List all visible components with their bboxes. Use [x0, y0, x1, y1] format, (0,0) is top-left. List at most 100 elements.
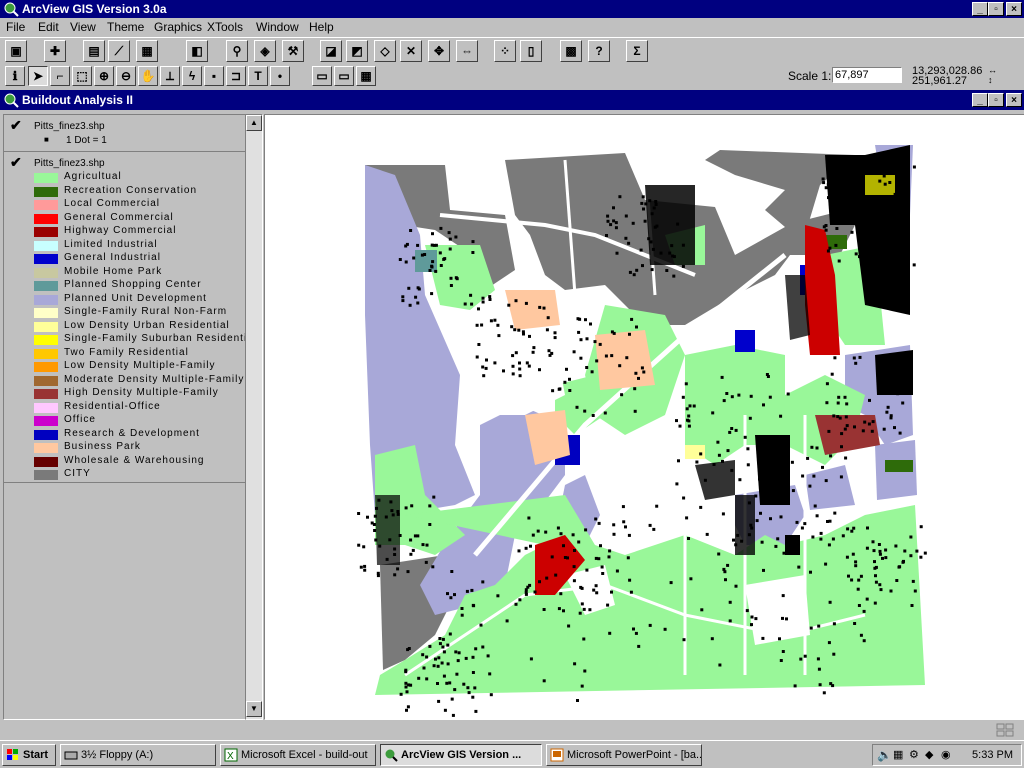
view-minimize-button[interactable]: _	[972, 93, 988, 107]
open-attribute-table-button[interactable]: ▦	[136, 40, 158, 62]
dot-point	[642, 207, 645, 211]
zoom-to-selected-button[interactable]: ⇔	[456, 40, 478, 62]
dot-point	[895, 358, 899, 362]
menu-help[interactable]: Help	[309, 20, 334, 34]
dot-point	[648, 623, 652, 627]
minimize-button[interactable]: _	[972, 2, 988, 16]
theme-properties-button[interactable]: ▤	[83, 40, 105, 62]
dot-point	[625, 356, 629, 360]
locate-address-button[interactable]: ◈	[254, 40, 276, 62]
dot-point	[651, 247, 655, 251]
identify-tool[interactable]: ℹ	[5, 66, 25, 86]
dot-point	[481, 365, 485, 369]
menu-file[interactable]: File	[6, 20, 25, 34]
theme-zoning[interactable]: ✔ Pitts_finez3.shp Agricultual Recreation…	[4, 152, 246, 483]
dot-point	[634, 631, 638, 635]
zoom-in-button[interactable]: ⁘	[494, 40, 516, 62]
dot-point	[445, 681, 449, 685]
clear-selection-button[interactable]: ◇	[374, 40, 396, 62]
view-close-button[interactable]: ×	[1006, 93, 1022, 107]
legend-swatch	[34, 213, 58, 224]
legend-scrollbar[interactable]: ▲ ▼	[245, 114, 263, 720]
volume-icon[interactable]: 🔈	[877, 748, 892, 762]
dot-point	[779, 515, 783, 519]
network-icon[interactable]: ▦	[893, 748, 903, 761]
zoom-out-tool[interactable]: ⊖	[116, 66, 136, 86]
menu-window[interactable]: Window	[256, 20, 299, 34]
find-button[interactable]: ⚲	[226, 40, 248, 62]
dot-point	[626, 556, 630, 560]
display-icon[interactable]: ◆	[925, 748, 933, 761]
label-tool[interactable]: ⊐	[226, 66, 246, 86]
theme-visibility-checkbox[interactable]: ✔	[10, 117, 22, 134]
theme-dot-density[interactable]: ✔ Pitts_finez3.shp ■ 1 Dot = 1	[4, 115, 246, 152]
dot-point	[485, 358, 488, 362]
summarize-button[interactable]: Σ	[626, 40, 648, 62]
close-button[interactable]: ×	[1006, 2, 1022, 16]
add-theme-button[interactable]: ✚	[44, 40, 66, 62]
task-arcview[interactable]: ArcView GIS Version ...	[380, 744, 542, 766]
maximize-button[interactable]: ▫	[988, 2, 1004, 16]
scheduler-icon[interactable]: ⚙	[909, 748, 919, 761]
menu-xtools[interactable]: XTools	[207, 20, 243, 34]
vertex-edit-tool[interactable]: ⌐	[50, 66, 70, 86]
help-pointer-button[interactable]: ?	[588, 40, 610, 62]
task-floppy[interactable]: 3½ Floppy (A:)	[60, 744, 216, 766]
pointer-tool[interactable]: ➤	[28, 66, 48, 86]
scroll-down-button[interactable]: ▼	[246, 701, 262, 717]
dot-point	[612, 219, 616, 223]
dot-point	[818, 683, 822, 687]
dot-point	[572, 565, 576, 569]
measure-tool[interactable]: ⟂	[160, 66, 180, 86]
dot-point	[598, 342, 602, 346]
task-powerpoint[interactable]: Microsoft PowerPoint - [ba...	[546, 744, 702, 766]
dot-point	[579, 338, 583, 342]
zoom-to-active-themes-button[interactable]: ✥	[428, 40, 450, 62]
chart-button[interactable]: ◧	[186, 40, 208, 62]
dot-point	[870, 216, 874, 220]
zoom-in-tool[interactable]: ⊕	[94, 66, 114, 86]
hotlink-tool[interactable]: ϟ	[182, 66, 202, 86]
task-excel[interactable]: X Microsoft Excel - build-out	[220, 744, 376, 766]
zoom-out-button[interactable]: ▯	[520, 40, 542, 62]
tray-app-icon[interactable]: ◉	[941, 748, 951, 761]
query-builder-button[interactable]: ⚒	[282, 40, 304, 62]
view-restore-button[interactable]: ▫	[988, 93, 1004, 107]
text-tool[interactable]: T	[248, 66, 268, 86]
dot-point	[827, 429, 831, 433]
start-button[interactable]: Start	[2, 744, 56, 766]
menu-graphics[interactable]: Graphics	[154, 20, 202, 34]
scroll-up-button[interactable]: ▲	[246, 115, 262, 131]
xtools-tool-2[interactable]: ▭	[334, 66, 354, 86]
save-project-button[interactable]: ▣	[5, 40, 27, 62]
dot-point	[585, 366, 589, 369]
dot-point	[687, 424, 691, 428]
area-of-interest-tool[interactable]: ▪	[204, 66, 224, 86]
menu-edit[interactable]: Edit	[38, 20, 59, 34]
legend-swatch	[34, 456, 58, 467]
pan-tool[interactable]: ✋	[138, 66, 158, 86]
edit-legend-button[interactable]: ⟋	[108, 40, 130, 62]
select-feature-tool[interactable]: ⬚	[72, 66, 92, 86]
legend-swatch	[34, 294, 58, 305]
zone-business-park	[595, 330, 655, 390]
draw-point-tool[interactable]: •	[270, 66, 290, 86]
xtools-tool-3[interactable]: ▦	[356, 66, 376, 86]
zoom-previous-button[interactable]: ▩	[560, 40, 582, 62]
select-all-button[interactable]: ◩	[346, 40, 368, 62]
select-by-theme-button[interactable]: ◪	[320, 40, 342, 62]
dot-point	[420, 253, 424, 257]
zoning-map[interactable]	[265, 115, 1024, 719]
zoom-to-full-extent-button[interactable]: ✕	[400, 40, 422, 62]
map-display[interactable]	[264, 114, 1024, 720]
dot-point	[847, 216, 851, 219]
menu-theme[interactable]: Theme	[107, 20, 144, 34]
dot-point	[404, 506, 408, 510]
dot-point	[888, 181, 892, 184]
dot-point	[573, 549, 576, 552]
menu-view[interactable]: View	[70, 20, 96, 34]
xtools-tool-1[interactable]: ▭	[312, 66, 332, 86]
scale-input[interactable]: 67,897	[832, 67, 902, 83]
theme-visibility-checkbox[interactable]: ✔	[10, 154, 22, 171]
zone-dense-dots	[825, 155, 865, 225]
